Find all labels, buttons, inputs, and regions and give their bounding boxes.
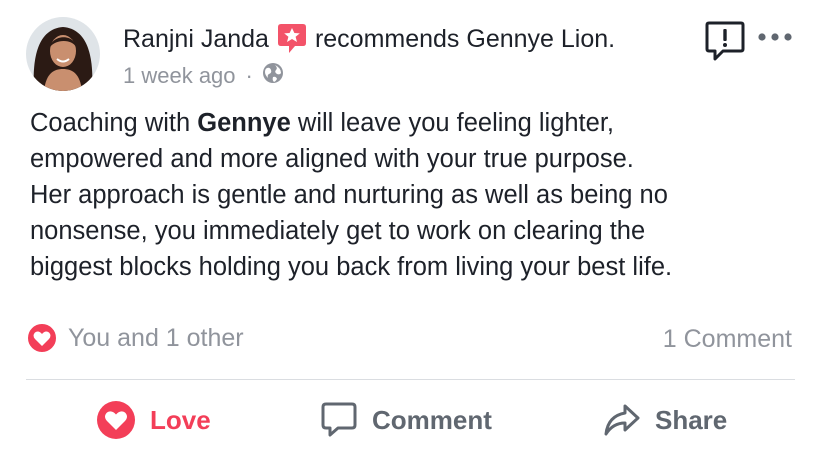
comment-button[interactable]: Comment (320, 398, 492, 442)
love-button[interactable]: Love (96, 398, 211, 442)
post-text-line-5: biggest blocks holding you back from liv… (30, 253, 673, 281)
post-text-line-3: Her approach is gentle and nurturing as … (30, 181, 668, 209)
meta-separator: · (245, 63, 253, 88)
comment-count-link[interactable]: 1 Comment (663, 325, 792, 354)
reactions-text[interactable]: You and 1 other (68, 324, 244, 353)
post-header: Ranjni Janda recommends Gennye Lion. (123, 23, 615, 55)
recommendation-badge-icon (277, 23, 307, 55)
mentioned-name[interactable]: Gennye (197, 109, 291, 137)
share-icon (604, 404, 640, 436)
action-divider (26, 379, 795, 380)
timestamp[interactable]: 1 week ago (123, 63, 236, 89)
author-avatar[interactable] (26, 17, 100, 91)
post-meta: 1 week ago · (123, 62, 284, 90)
comment-label: Comment (372, 404, 492, 435)
share-label: Share (655, 404, 728, 435)
author-name-link[interactable]: Ranjni Janda (123, 25, 269, 54)
love-label: Love (150, 404, 211, 435)
love-reaction-icon (26, 322, 58, 354)
report-feedback-button[interactable] (705, 21, 745, 63)
post-text: Coaching with Gennye will leave you feel… (30, 105, 800, 285)
more-options-icon[interactable] (757, 28, 793, 46)
post-text-line-2: empowered and more aligned with your tru… (30, 145, 634, 173)
share-button[interactable]: Share (603, 398, 727, 442)
reactions-summary[interactable]: You and 1 other (26, 322, 244, 354)
post-text-line-1: Coaching with Gennye will leave you feel… (30, 109, 614, 137)
comment-icon (321, 402, 357, 437)
post-text-line-4: nonsense, you immediately get to work on… (30, 217, 646, 245)
recommends-text[interactable]: recommends Gennye Lion. (315, 25, 615, 54)
globe-icon[interactable] (262, 62, 284, 90)
love-icon (97, 401, 135, 439)
